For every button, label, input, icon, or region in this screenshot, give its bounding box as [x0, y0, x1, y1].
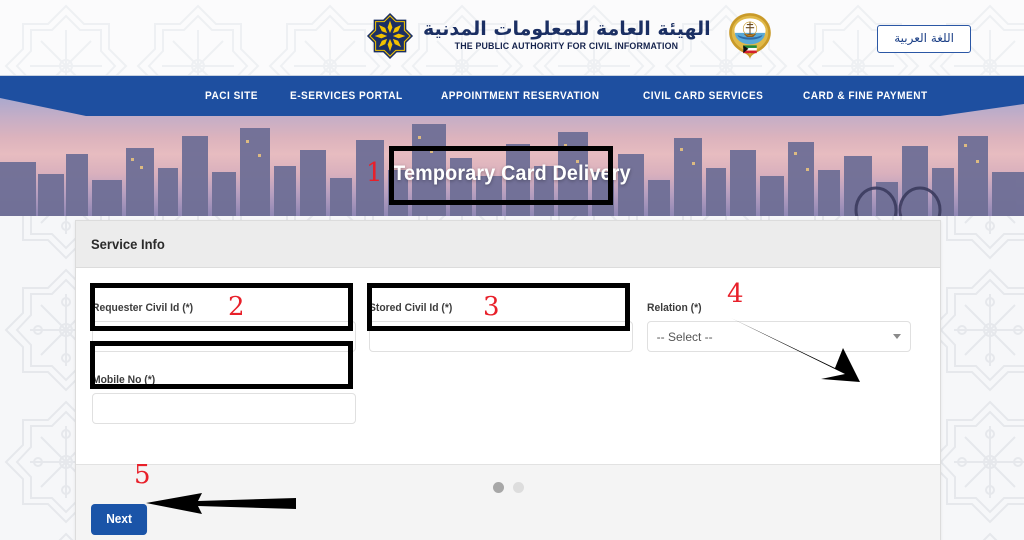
brand-english-title: THE PUBLIC AUTHORITY FOR CIVIL INFORMATI…	[455, 41, 679, 52]
mobile-no-input[interactable]	[92, 393, 356, 424]
relation-select[interactable]: -- Select --	[646, 321, 911, 352]
field-relation: Relation (*) -- Select --	[646, 302, 916, 352]
pagination-dot-2[interactable]	[512, 482, 524, 493]
main-navigation-bar: PACI SITE E-SERVICES PORTAL APPOINTMENT …	[0, 76, 1024, 116]
page-title: Temporary Card Delivery	[393, 162, 631, 185]
form-column-left: Requester Civil Id (*) Mobile No (*)	[92, 302, 361, 446]
card-footer: Next	[76, 464, 940, 540]
site-header: الهيئة العامة للمعلومات المدنية THE PUBL…	[0, 0, 1024, 76]
brand-text: الهيئة العامة للمعلومات المدنية THE PUBL…	[423, 20, 711, 51]
field-mobile-no: Mobile No (*)	[92, 374, 361, 424]
kuwait-state-emblem	[728, 13, 771, 59]
nav-item-eservices-portal[interactable]: E-SERVICES PORTAL	[290, 90, 403, 102]
field-stored-civil-id: Stored Civil Id (*)	[369, 302, 638, 352]
relation-selected-value: -- Select --	[656, 329, 713, 344]
requester-civil-id-input[interactable]	[92, 321, 356, 352]
nav-item-appointment-reservation[interactable]: APPOINTMENT RESERVATION	[441, 90, 600, 102]
language-toggle-button[interactable]: اللغة العربية	[877, 25, 971, 54]
card-title: Service Info	[91, 236, 165, 252]
brand-logo-group[interactable]: الهيئة العامة للمعلومات المدنية THE PUBL…	[366, 10, 776, 62]
card-body: Requester Civil Id (*) Mobile No (*) Sto…	[76, 268, 940, 464]
nav-items: PACI SITE E-SERVICES PORTAL APPOINTMENT …	[0, 76, 1024, 116]
step-pagination-dots	[76, 482, 940, 493]
paci-star-logo	[366, 12, 414, 60]
stored-civil-id-input[interactable]	[369, 321, 634, 352]
relation-label: Relation (*)	[646, 302, 702, 314]
form-column-middle: Stored Civil Id (*)	[369, 302, 638, 446]
nav-item-civil-card-services[interactable]: CIVIL CARD SERVICES	[643, 90, 763, 102]
hero-banner: PACI SITE E-SERVICES PORTAL APPOINTMENT …	[0, 76, 1024, 216]
service-info-card: Service Info Requester Civil Id (*) Mobi…	[75, 220, 941, 540]
field-requester-civil-id: Requester Civil Id (*)	[92, 302, 361, 352]
next-button[interactable]: Next	[91, 504, 148, 535]
card-header: Service Info	[76, 221, 940, 268]
stored-civil-id-label: Stored Civil Id (*)	[369, 302, 453, 314]
brand-arabic-title: الهيئة العامة للمعلومات المدنية	[423, 18, 711, 41]
nav-item-card-fine-payment[interactable]: CARD & FINE PAYMENT	[803, 90, 928, 102]
requester-civil-id-label: Requester Civil Id (*)	[92, 302, 194, 314]
form-row: Requester Civil Id (*) Mobile No (*) Sto…	[92, 302, 924, 446]
chevron-down-icon	[892, 334, 901, 339]
form-column-right: Relation (*) -- Select --	[646, 302, 916, 446]
nav-item-paci-site[interactable]: PACI SITE	[205, 90, 258, 102]
mobile-no-label: Mobile No (*)	[92, 374, 156, 386]
pagination-dot-1[interactable]	[492, 482, 504, 493]
